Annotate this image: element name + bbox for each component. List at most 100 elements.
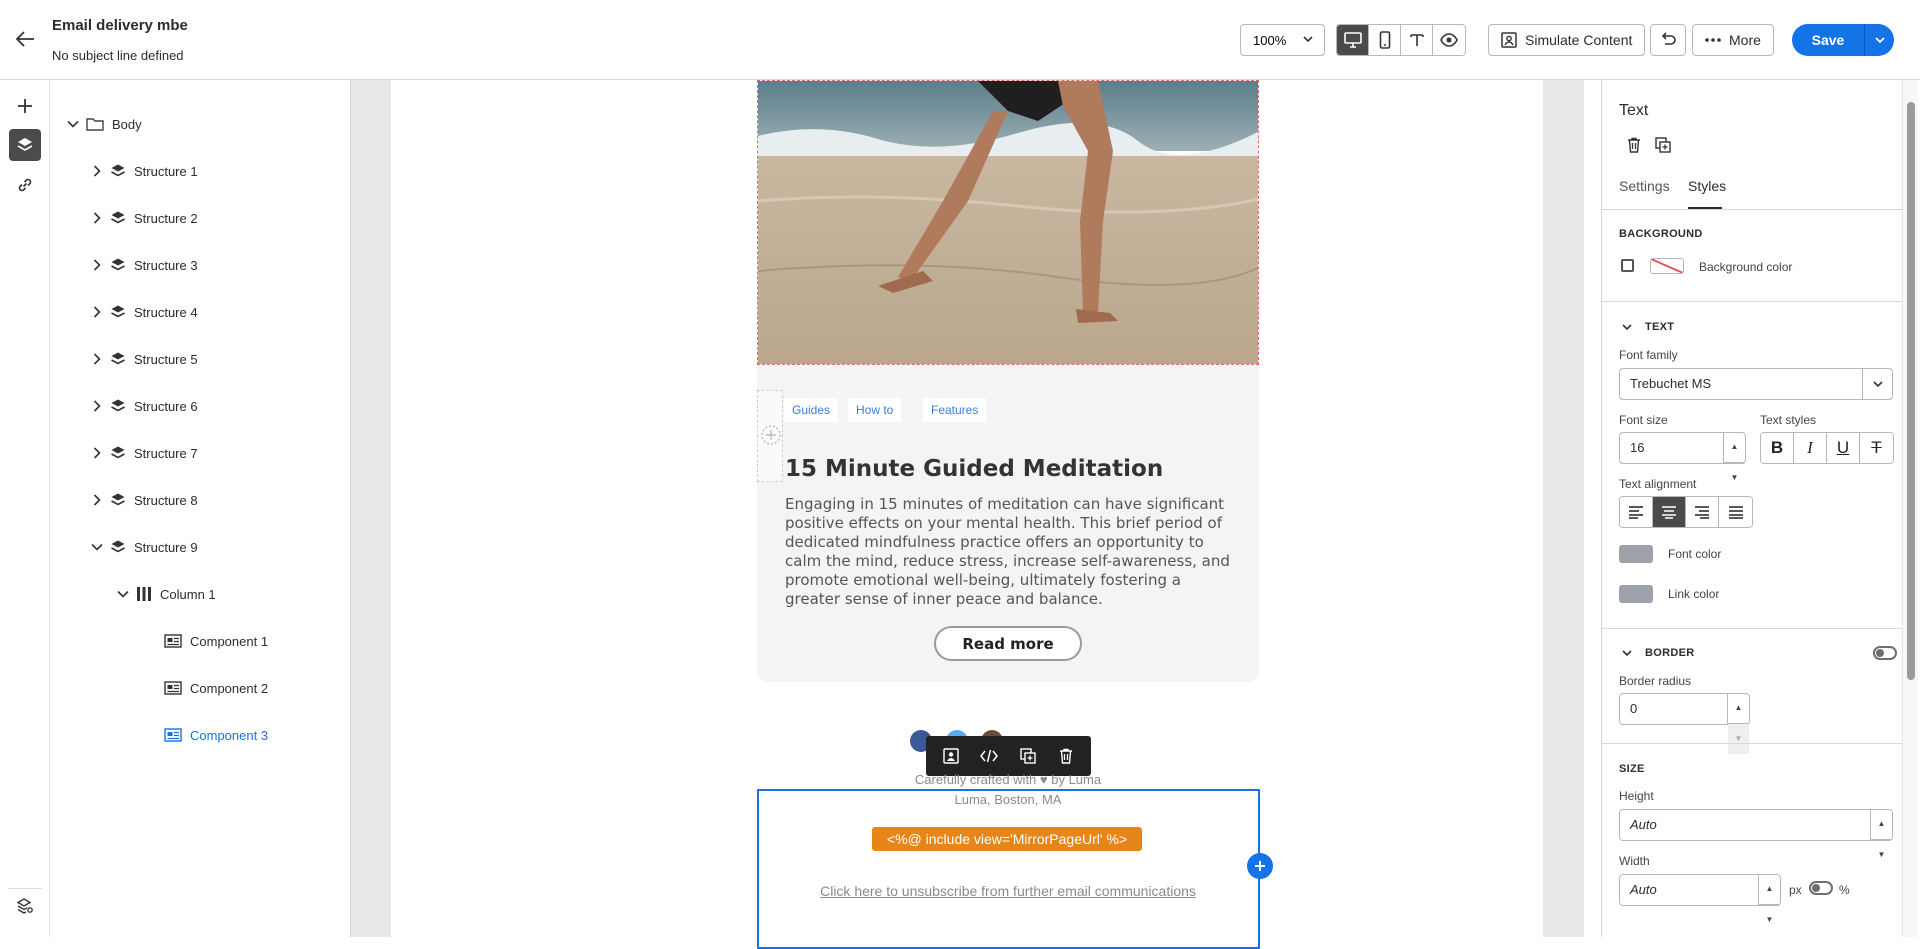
- tree-item-label: Structure 2: [134, 210, 198, 226]
- bold-button[interactable]: B: [1761, 433, 1794, 463]
- strikethrough-button[interactable]: T: [1860, 433, 1893, 463]
- personalize-button[interactable]: [937, 742, 965, 770]
- width-input[interactable]: Auto ▲ ▼: [1619, 874, 1781, 924]
- plus-icon: [18, 99, 32, 113]
- align-left-button[interactable]: [1620, 497, 1653, 527]
- align-center-button[interactable]: [1653, 497, 1686, 527]
- tree-item-label: Structure 1: [134, 163, 198, 179]
- tree-item-structure[interactable]: Structure 2: [90, 207, 198, 229]
- save-options-button[interactable]: [1864, 24, 1894, 56]
- font-color-swatch[interactable]: [1619, 545, 1653, 563]
- duplicate-button[interactable]: [1014, 742, 1042, 770]
- width-value: Auto: [1630, 882, 1657, 897]
- increment-icon[interactable]: ▲: [1728, 693, 1749, 724]
- tab-settings[interactable]: Settings: [1619, 178, 1670, 194]
- background-color-label: Background color: [1699, 260, 1793, 274]
- width-stepper[interactable]: ▲ ▼: [1758, 874, 1780, 924]
- height-stepper[interactable]: ▲ ▼: [1870, 809, 1892, 859]
- decrement-icon[interactable]: ▼: [1871, 840, 1892, 870]
- tree-item-label: Structure 9: [134, 539, 198, 555]
- tree-item-structure[interactable]: Structure 3: [90, 254, 198, 276]
- tree-item-label: Column 1: [160, 586, 216, 602]
- tree-item-body[interactable]: Body: [66, 113, 142, 135]
- font-family-label: Font family: [1619, 348, 1678, 362]
- chevron-down-icon: [1872, 381, 1883, 388]
- code-button[interactable]: [975, 742, 1003, 770]
- tree-item-structure[interactable]: Structure 6: [90, 395, 198, 417]
- chevron-down-icon[interactable]: [1621, 647, 1633, 659]
- tree-item-label: Body: [112, 116, 142, 132]
- border-radius-input[interactable]: 0 ▲ ▼: [1619, 693, 1750, 754]
- tree-item-column[interactable]: Column 1: [116, 583, 216, 605]
- tree-item-component[interactable]: Component 2: [164, 677, 268, 699]
- tree-item-structure[interactable]: Structure 4: [90, 301, 198, 323]
- italic-button[interactable]: I: [1794, 433, 1827, 463]
- border-radius-stepper[interactable]: ▲ ▼: [1727, 693, 1749, 754]
- panel-scrollbar-thumb[interactable]: [1907, 102, 1915, 680]
- underline-button[interactable]: U: [1827, 433, 1860, 463]
- add-component-button[interactable]: [1247, 853, 1273, 879]
- add-button[interactable]: [9, 90, 41, 122]
- increment-icon[interactable]: ▲: [1871, 809, 1892, 840]
- decrement-icon[interactable]: ▼: [1759, 905, 1780, 935]
- font-family-select[interactable]: Trebuchet MS: [1619, 368, 1893, 400]
- simulate-content-button[interactable]: Simulate Content: [1488, 24, 1646, 56]
- selected-component-frame[interactable]: [757, 789, 1260, 949]
- tree-item-structure[interactable]: Structure 5: [90, 348, 198, 370]
- rail-divider: [8, 888, 42, 889]
- mirror-page-include-tag[interactable]: <%@ include view='MirrorPageUrl' %>: [872, 827, 1142, 851]
- zoom-select[interactable]: 100%: [1240, 24, 1325, 56]
- chevron-down-icon: [67, 120, 79, 128]
- mobile-view-button[interactable]: [1369, 25, 1401, 55]
- chevron-down-icon: [117, 590, 129, 598]
- increment-icon[interactable]: ▲: [1724, 432, 1745, 463]
- preview-button[interactable]: [1433, 25, 1465, 55]
- links-button[interactable]: [9, 169, 41, 201]
- tree-item-structure[interactable]: Structure 7: [90, 442, 198, 464]
- desktop-view-button[interactable]: [1337, 25, 1369, 55]
- save-button[interactable]: Save: [1792, 24, 1864, 56]
- trash-icon[interactable]: [1627, 137, 1641, 153]
- more-button[interactable]: More: [1692, 24, 1774, 56]
- layers-button[interactable]: [9, 129, 41, 161]
- back-button[interactable]: [12, 28, 38, 52]
- drop-zone[interactable]: [757, 390, 783, 482]
- tree-item-structure[interactable]: Structure 1: [90, 160, 198, 182]
- increment-icon[interactable]: ▲: [1759, 874, 1780, 905]
- tag-how-to[interactable]: How to: [848, 398, 902, 422]
- duplicate-icon[interactable]: [1655, 137, 1671, 153]
- tree-item-component[interactable]: Component 1: [164, 630, 268, 652]
- font-family-dropdown[interactable]: [1862, 369, 1892, 399]
- tab-styles[interactable]: Styles: [1688, 178, 1726, 194]
- decrement-icon[interactable]: ▼: [1728, 724, 1749, 754]
- delete-button[interactable]: [1052, 742, 1080, 770]
- text-view-button[interactable]: [1401, 25, 1433, 55]
- panel-scrollbar[interactable]: [1902, 80, 1918, 937]
- tree-item-label: Structure 5: [134, 351, 198, 367]
- align-center-icon: [1662, 506, 1676, 519]
- height-input[interactable]: Auto ▲ ▼: [1619, 809, 1893, 859]
- read-more-button[interactable]: Read more: [934, 626, 1082, 661]
- background-checkbox[interactable]: [1621, 259, 1634, 272]
- layers-settings-button[interactable]: [9, 890, 41, 922]
- tree-item-component-selected[interactable]: Component 3: [164, 724, 268, 746]
- tree-item-structure[interactable]: Structure 9: [90, 536, 198, 558]
- text-alignment-group: [1619, 496, 1753, 528]
- beach-yoga-image[interactable]: [757, 80, 1259, 365]
- border-toggle[interactable]: [1873, 646, 1897, 660]
- font-size-input[interactable]: 16 ▲ ▼: [1619, 432, 1746, 482]
- tag-guides[interactable]: Guides: [784, 398, 839, 422]
- undo-button[interactable]: [1650, 24, 1686, 56]
- tree-item-structure[interactable]: Structure 8: [90, 489, 198, 511]
- background-color-swatch[interactable]: [1650, 258, 1684, 274]
- layers-icon: [111, 164, 125, 177]
- align-right-button[interactable]: [1686, 497, 1719, 527]
- align-justify-button[interactable]: [1719, 497, 1752, 527]
- link-color-swatch[interactable]: [1619, 585, 1653, 603]
- font-size-stepper[interactable]: ▲ ▼: [1723, 432, 1745, 482]
- decrement-icon[interactable]: ▼: [1724, 463, 1745, 493]
- tag-features[interactable]: Features: [923, 398, 987, 422]
- unsubscribe-link[interactable]: Click here to unsubscribe from further e…: [757, 883, 1259, 899]
- unit-toggle[interactable]: [1809, 881, 1833, 895]
- chevron-down-icon[interactable]: [1621, 321, 1633, 333]
